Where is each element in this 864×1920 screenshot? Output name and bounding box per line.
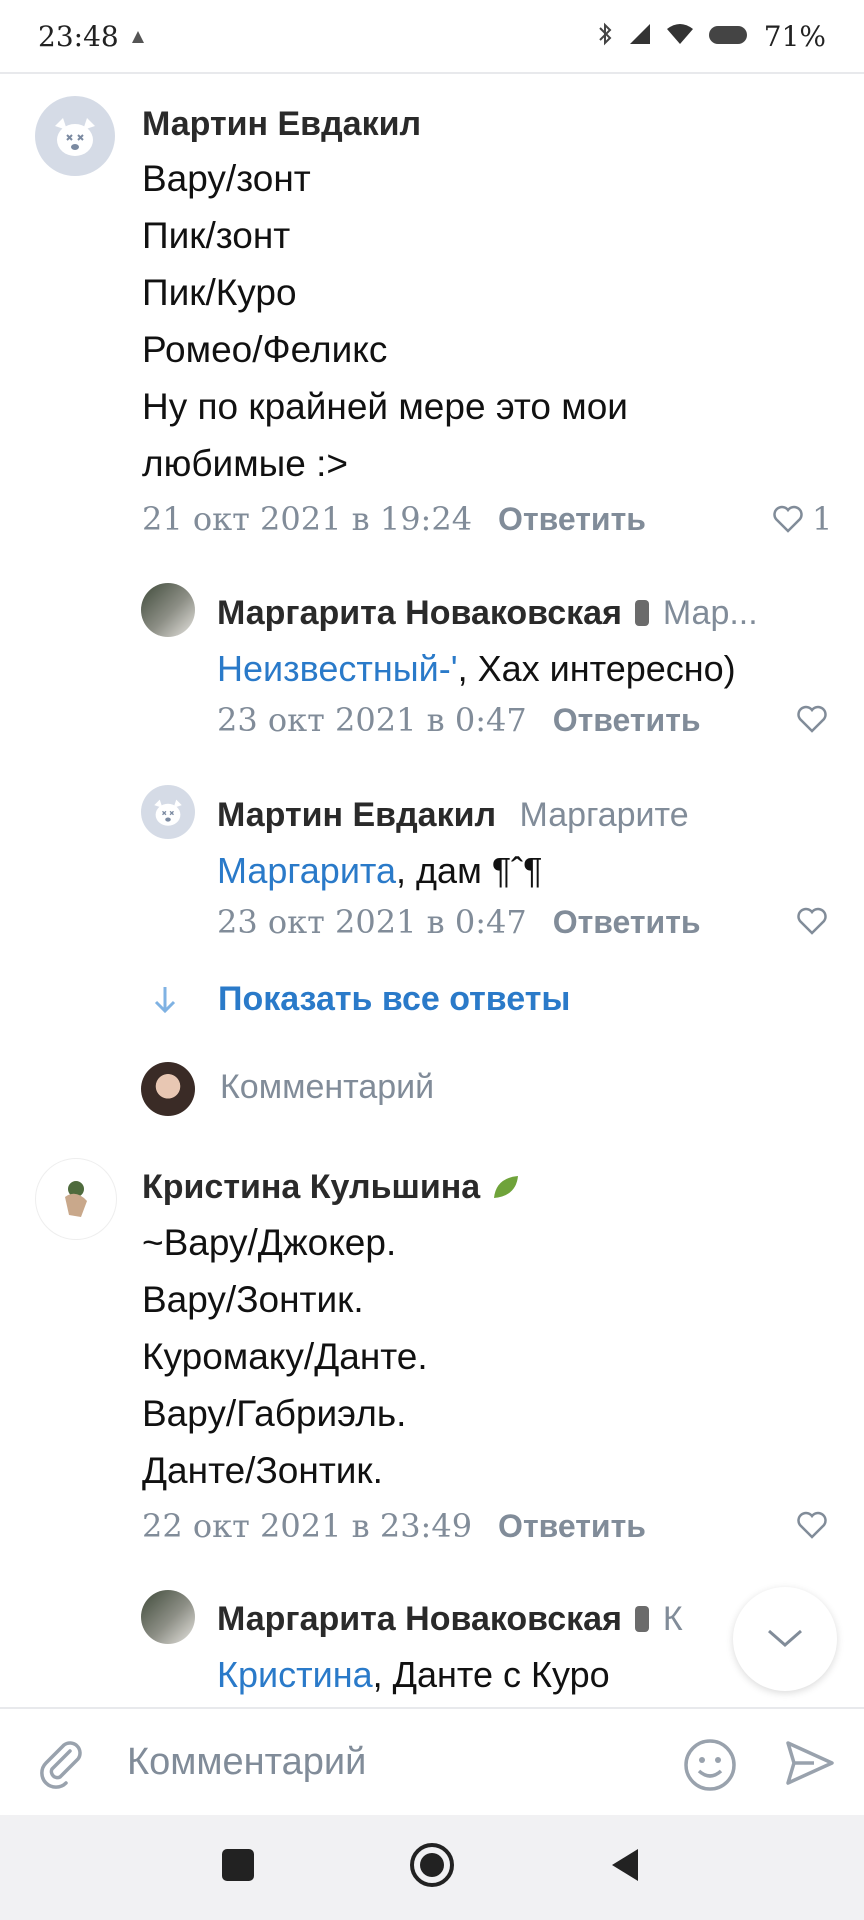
comment-text-line: Куромаку/Данте. bbox=[142, 1336, 428, 1377]
comment-text-line: Пик/зонт bbox=[142, 215, 291, 256]
recents-icon[interactable] bbox=[218, 1845, 258, 1890]
comment-text-line: Вару/зонт bbox=[142, 158, 311, 199]
bluetooth-icon bbox=[596, 20, 614, 53]
comment-text-line: ~Вару/Джокер. bbox=[142, 1222, 397, 1263]
reply-text: Неизвестный-', Хах интересно) bbox=[217, 648, 736, 690]
reply-button[interactable]: Ответить bbox=[553, 904, 701, 941]
like-button[interactable]: 1 bbox=[772, 500, 832, 538]
reply-meta: 23 окт 2021 в 0:47 Ответить bbox=[217, 701, 701, 739]
avatar[interactable] bbox=[35, 1158, 117, 1240]
comment-author[interactable]: Кристина Кульшина bbox=[142, 1168, 522, 1207]
comment-date: 21 окт 2021 в 19:24 bbox=[142, 500, 473, 538]
reply-body: , Хах интересно) bbox=[457, 648, 736, 689]
mention-link[interactable]: Кристина bbox=[217, 1654, 373, 1695]
avatar[interactable] bbox=[141, 785, 195, 839]
comment-text-line: Пик/Куро bbox=[142, 272, 297, 313]
avatar[interactable] bbox=[141, 583, 195, 637]
dog-avatar-icon bbox=[55, 118, 95, 156]
scroll-down-button[interactable] bbox=[733, 1587, 837, 1691]
leaf-emoji-icon bbox=[490, 1168, 522, 1206]
like-button[interactable] bbox=[796, 1511, 828, 1539]
signal-icon bbox=[628, 20, 652, 53]
reply-comment-prompt[interactable]: Комментарий bbox=[220, 1068, 434, 1107]
emoji-icon[interactable] bbox=[682, 1737, 738, 1798]
avatar[interactable] bbox=[141, 1590, 195, 1644]
back-icon[interactable] bbox=[606, 1845, 646, 1890]
reply-author[interactable]: Маргарита Новаковская Мар... bbox=[217, 594, 758, 633]
reply-button[interactable]: Ответить bbox=[553, 702, 701, 739]
comment-input[interactable] bbox=[125, 1733, 649, 1791]
reply-author-name: Маргарита Новаковская bbox=[217, 594, 622, 632]
battery-icon bbox=[708, 20, 750, 53]
show-all-replies-label: Показать все ответы bbox=[218, 980, 571, 1018]
status-time: 23:48 bbox=[38, 19, 119, 53]
reply-date: 23 окт 2021 в 0:47 bbox=[217, 903, 527, 941]
reply-text: Маргарита, дам ¶ˆ¶ bbox=[217, 850, 543, 892]
comment-meta: 21 окт 2021 в 19:24 Ответить bbox=[142, 500, 646, 538]
comment-text-line: Данте/Зонтик. bbox=[142, 1450, 383, 1491]
heart-icon bbox=[797, 705, 827, 733]
show-all-replies-button[interactable]: Показать все ответы bbox=[150, 980, 570, 1019]
reply-target: Мар... bbox=[662, 594, 758, 632]
send-icon[interactable] bbox=[784, 1737, 836, 1794]
mention-link[interactable]: Маргарита bbox=[217, 850, 396, 891]
heart-icon bbox=[773, 505, 803, 533]
heart-icon bbox=[797, 1511, 827, 1539]
reply-author[interactable]: Маргарита Новаковская К bbox=[217, 1600, 683, 1639]
figure-avatar-icon bbox=[65, 1181, 87, 1217]
battery-percent: 71% bbox=[763, 19, 826, 53]
mention-link[interactable]: Неизвестный-' bbox=[217, 648, 458, 689]
comment-text-line: Ну по крайней мере это мои bbox=[142, 386, 628, 427]
comment-text-line: любимые :> bbox=[142, 443, 348, 484]
heart-icon bbox=[797, 907, 827, 935]
comment-text-line: Вару/Габриэль. bbox=[142, 1393, 407, 1434]
reply-target: Маргарите bbox=[519, 796, 689, 834]
comment-composer bbox=[0, 1707, 864, 1817]
moai-emoji-icon bbox=[631, 594, 662, 632]
arrow-down-icon bbox=[154, 986, 176, 1013]
reply-author-name: Мартин Евдакил bbox=[217, 796, 497, 834]
reply-author-name: Маргарита Новаковская bbox=[217, 1600, 622, 1638]
current-user-avatar bbox=[141, 1062, 195, 1116]
attach-icon[interactable] bbox=[36, 1737, 88, 1794]
reply-button[interactable]: Ответить bbox=[498, 501, 646, 538]
moai-emoji-icon bbox=[631, 1600, 662, 1638]
notification-icon bbox=[129, 20, 147, 53]
like-button[interactable] bbox=[796, 705, 828, 733]
reply-meta: 23 окт 2021 в 0:47 Ответить bbox=[217, 903, 701, 941]
reply-author[interactable]: Мартин Евдакил Маргарите bbox=[217, 796, 689, 835]
comment-meta: 22 окт 2021 в 23:49 Ответить bbox=[142, 1507, 646, 1545]
reply-button[interactable]: Ответить bbox=[498, 1508, 646, 1545]
comment-author[interactable]: Мартин Евдакил bbox=[142, 105, 421, 144]
status-bar: 23:48 71% bbox=[0, 0, 864, 72]
system-navigation-bar bbox=[0, 1815, 864, 1920]
wifi-icon bbox=[666, 20, 694, 53]
chevron-down-icon bbox=[768, 1629, 802, 1647]
dog-avatar-icon bbox=[154, 799, 182, 826]
comment-text-line: Вару/Зонтик. bbox=[142, 1279, 364, 1320]
like-count: 1 bbox=[812, 500, 833, 538]
reply-date: 23 окт 2021 в 0:47 bbox=[217, 701, 527, 739]
reply-text: Кристина, Данте с Куро bbox=[217, 1654, 610, 1696]
comment-date: 22 окт 2021 в 23:49 bbox=[142, 1507, 473, 1545]
avatar[interactable] bbox=[35, 96, 115, 176]
home-icon[interactable] bbox=[408, 1841, 456, 1894]
reply-body: , Данте с Куро bbox=[372, 1654, 610, 1695]
comment-author-name: Кристина Кульшина bbox=[142, 1168, 481, 1206]
like-button[interactable] bbox=[796, 907, 828, 935]
status-divider bbox=[0, 72, 864, 74]
reply-target: К bbox=[662, 1600, 683, 1638]
reply-body: , дам ¶ˆ¶ bbox=[396, 850, 543, 891]
comment-text-line: Ромео/Феликс bbox=[142, 329, 388, 370]
